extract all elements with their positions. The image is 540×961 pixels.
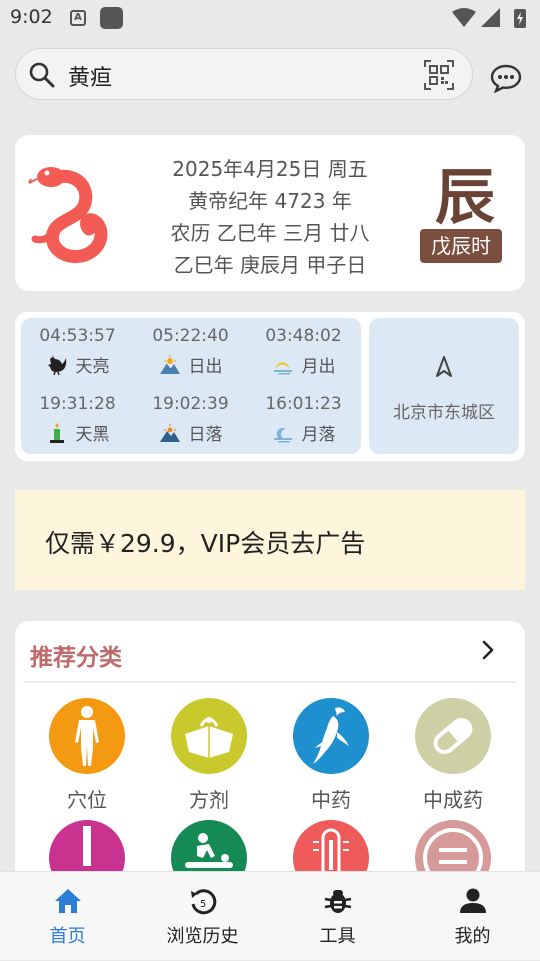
app-notification-icon: A — [70, 10, 86, 26]
pill-icon — [433, 717, 473, 755]
category-label: 中药 — [311, 788, 351, 812]
time-cell: 04:53:57 天亮 — [21, 326, 134, 377]
snake-zodiac-icon — [28, 167, 108, 263]
herb-pack-icon — [185, 717, 233, 758]
zodiac-character: 辰 — [435, 163, 495, 233]
lunar-date: 农历 乙巳年 三月 廿八 — [170, 221, 370, 245]
divider — [23, 681, 517, 683]
chevron-right-icon[interactable] — [478, 639, 498, 661]
status-bar: 9:02 A — [0, 0, 540, 36]
time-cell: 16:01:23 月落 — [247, 394, 360, 445]
category-item-acupoint[interactable]: 穴位 — [26, 698, 148, 813]
sunrise-time: 05:22:40 — [152, 326, 229, 346]
status-time: 9:02 — [10, 6, 53, 28]
navigation-arrow-icon — [436, 356, 452, 377]
nav-item-tools[interactable]: 工具 — [270, 872, 405, 961]
search-icon — [29, 62, 55, 88]
category-item-formula[interactable]: 方剂 — [148, 698, 270, 813]
ginseng-icon — [313, 707, 349, 764]
categories-card: 推荐分类 穴位 方剂 中药 中成药 — [15, 621, 525, 881]
time-cell: 05:22:40 日出 — [134, 326, 247, 377]
history-icon: 5 — [190, 889, 216, 915]
time-cell: 03:48:02 月出 — [247, 326, 360, 377]
huangdi-year: 黄帝纪年 4723 年 — [188, 189, 352, 213]
search-bar[interactable]: 黄疸 — [15, 48, 473, 100]
svg-text:5: 5 — [199, 899, 205, 910]
category-item-patent-medicine[interactable]: 中成药 — [392, 698, 514, 813]
category-label: 穴位 — [67, 788, 107, 812]
sunrise-icon — [159, 354, 180, 374]
dawn-time: 04:53:57 — [39, 326, 116, 346]
hour-badge: 戊辰时 — [420, 229, 502, 263]
moonset-label: 月落 — [301, 425, 336, 445]
vip-text: 仅需￥29.9，VIP会员去广告 — [45, 529, 366, 558]
moonrise-time: 03:48:02 — [265, 326, 342, 346]
qr-scan-icon[interactable] — [423, 59, 455, 91]
category-circle — [49, 698, 125, 774]
sunset-time: 19:02:39 — [152, 394, 229, 414]
nav-item-profile[interactable]: 我的 — [405, 872, 540, 961]
moonrise-icon — [273, 362, 292, 374]
message-icon[interactable] — [490, 63, 522, 93]
ganzhi-date: 乙巳年 庚辰月 甲子日 — [173, 253, 367, 277]
search-input[interactable]: 黄疸 — [68, 60, 112, 92]
nav-item-history[interactable]: 5 浏览历史 — [135, 872, 270, 961]
almanac-card[interactable]: 2025年4月25日 周五 黄帝纪年 4723 年 农历 乙巳年 三月 廿八 乙… — [15, 135, 525, 291]
notification-square-icon — [100, 7, 123, 29]
nav-label: 首页 — [49, 926, 86, 947]
sun-moon-card[interactable]: 04:53:57 天亮 05:22:40 日出 03:48:02 月出 19:3… — [15, 312, 525, 461]
vip-banner[interactable]: 仅需￥29.9，VIP会员去广告 — [15, 490, 525, 590]
system-status-icons — [452, 8, 526, 28]
categories-title: 推荐分类 — [30, 645, 122, 671]
moonset-icon — [273, 427, 292, 442]
time-cell: 19:02:39 日落 — [134, 394, 247, 445]
bug-icon — [324, 890, 351, 913]
sun-moon-times: 04:53:57 天亮 05:22:40 日出 03:48:02 月出 19:3… — [21, 318, 361, 454]
location-text: 北京市东城区 — [393, 403, 495, 423]
nav-label: 工具 — [319, 926, 356, 947]
category-circle — [293, 698, 369, 774]
body-icon — [75, 706, 99, 766]
person-icon — [459, 888, 486, 913]
location-panel[interactable]: 北京市东城区 — [369, 318, 519, 454]
sunset-label: 日落 — [188, 425, 223, 445]
dusk-time: 19:31:28 — [39, 394, 116, 414]
time-cell: 19:31:28 天黑 — [21, 394, 134, 445]
dawn-label: 天亮 — [75, 357, 110, 377]
moonrise-label: 月出 — [301, 357, 336, 377]
nav-item-home[interactable]: 首页 — [0, 872, 135, 961]
category-label: 方剂 — [189, 788, 229, 812]
gregorian-date: 2025年4月25日 周五 — [172, 157, 368, 181]
category-circle — [171, 698, 247, 774]
home-icon — [54, 889, 81, 913]
sunset-icon — [159, 423, 180, 442]
category-item-herb[interactable]: 中药 — [270, 698, 392, 813]
category-label: 中成药 — [423, 788, 483, 812]
candle-icon — [49, 422, 64, 443]
nav-label: 我的 — [454, 926, 491, 947]
sunrise-label: 日出 — [188, 357, 223, 377]
moonset-time: 16:01:23 — [265, 394, 342, 414]
category-circle — [415, 698, 491, 774]
rooster-icon — [47, 354, 66, 375]
bottom-nav: 首页 5 浏览历史 工具 我的 — [0, 871, 540, 960]
nav-label: 浏览历史 — [166, 926, 239, 947]
dusk-label: 天黑 — [75, 425, 110, 445]
